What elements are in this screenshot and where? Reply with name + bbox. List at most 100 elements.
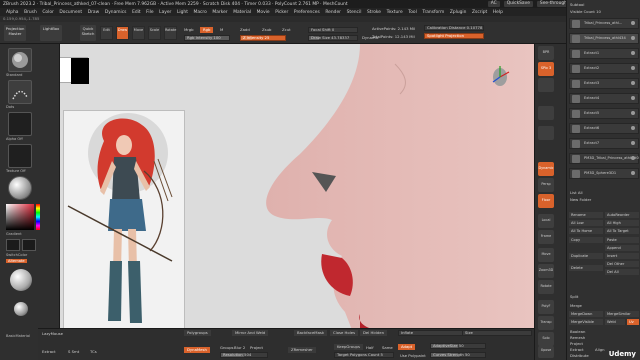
switch-color-button[interactable]: SwitchColor (6, 253, 27, 257)
menu-item-picker[interactable]: Picker (275, 10, 288, 15)
menu-item-brush[interactable]: Brush (24, 10, 37, 15)
alternate-button[interactable]: Alternate (6, 259, 27, 263)
zcut-toggle[interactable]: Zcut (282, 27, 291, 32)
quicksave-button[interactable]: QuickSave (503, 1, 533, 7)
project-toggle[interactable]: Project (250, 345, 263, 350)
dynamesh-button[interactable]: DynaMesh (184, 347, 210, 353)
subtool-row[interactable]: PM3D_Sphere3D1 (569, 168, 639, 179)
ac-button[interactable]: AC (487, 1, 500, 7)
target-polygons-slider[interactable]: Target Polygons Count 5 (334, 352, 394, 358)
all-to-home-button[interactable]: All To Home (569, 228, 603, 234)
all-to-target-button[interactable]: All To Target (605, 228, 639, 234)
zsub-toggle[interactable]: Zsub (262, 27, 271, 32)
frame-button[interactable]: Frame (538, 230, 554, 244)
menu-item-light[interactable]: Light (177, 10, 188, 15)
zoom3d-button[interactable]: Zoom3D (538, 264, 554, 278)
visibility-eye-icon[interactable] (631, 156, 635, 160)
same-button[interactable]: Same (382, 345, 393, 350)
use-polypaint-toggle[interactable]: Use Polypaint (400, 353, 426, 358)
new-folder-button[interactable]: New Folder (570, 197, 591, 202)
menu-item-file[interactable]: File (146, 10, 153, 15)
navigation-gizmo-icon[interactable] (487, 64, 513, 90)
merge-similar-button[interactable]: MergeSimilar (605, 311, 639, 317)
solo-button[interactable]: Solo (538, 332, 554, 346)
reference-image[interactable] (63, 110, 185, 332)
resolution-slider[interactable]: Resolution 504 (220, 352, 268, 358)
half-button[interactable]: Half (366, 345, 374, 350)
boolean-section[interactable]: Boolean (570, 329, 585, 334)
focal-shift-slider[interactable]: Focal Shift 0 (308, 27, 358, 33)
blur-slider[interactable]: Blur 2 (234, 345, 245, 350)
all-low-button[interactable]: All Low (569, 220, 603, 226)
calibration-distance-slider[interactable]: Calibration Distance 0.10778 (424, 25, 484, 31)
insert-button[interactable]: Insert (605, 253, 639, 259)
material-thumbnail[interactable] (8, 176, 32, 200)
menu-item-draw[interactable]: Draw (88, 10, 99, 15)
subtool-row[interactable]: PM3D_Tribal_Princess_athked0 (569, 153, 639, 164)
polygroups-button[interactable]: Polygroups (184, 330, 211, 336)
list-all-button[interactable]: List All (570, 190, 583, 195)
visibility-eye-icon[interactable] (631, 141, 635, 145)
menu-item-zplugin[interactable]: Zplugin (450, 10, 467, 15)
weld-toggle[interactable]: Weld (605, 319, 625, 325)
z-intensity-slider[interactable]: Z Intensity 25 (240, 35, 286, 41)
del-all-button[interactable]: Del All (605, 269, 639, 275)
subtool-row[interactable]: Extract5 (569, 108, 639, 119)
copy-button[interactable]: Copy (569, 237, 603, 243)
rgb-toggle[interactable]: Rgb (200, 27, 214, 33)
uv-toggle[interactable]: Uv (627, 319, 639, 325)
align-section[interactable]: Align (595, 347, 605, 352)
rotate-view-button[interactable]: Rotate (538, 280, 554, 294)
append-button[interactable]: Append (605, 245, 639, 251)
menu-item-material[interactable]: Material (233, 10, 251, 15)
move-view-button[interactable]: Move (538, 248, 554, 262)
m-toggle[interactable]: M (220, 27, 223, 32)
dynamic-persp-button[interactable]: Dynamic (538, 162, 554, 176)
menu-item-texture[interactable]: Texture (387, 10, 403, 15)
spotlight-projection-button[interactable]: Spotlight Projection (424, 33, 484, 39)
visibility-eye-icon[interactable] (631, 36, 635, 40)
paste-button[interactable]: Paste (605, 237, 639, 243)
menu-item-alpha[interactable]: Alpha (6, 10, 18, 15)
rename-button[interactable]: Rename (569, 212, 603, 218)
extract-button[interactable]: Extract (42, 349, 56, 354)
menu-item-transform[interactable]: Transform (422, 10, 444, 15)
adaptive-size-slider[interactable]: AdaptiveSize 50 (430, 343, 486, 349)
color-picker[interactable] (6, 204, 34, 230)
polyframe-button[interactable]: PolyF (538, 300, 554, 314)
curves-strength-slider[interactable]: Curves Strength 50 (430, 352, 486, 358)
duplicate-button[interactable]: Duplicate (569, 253, 603, 259)
menu-item-macro[interactable]: Macro (194, 10, 207, 15)
adapt-button[interactable]: Adapt (398, 344, 416, 350)
xpose-button[interactable]: Xpose (538, 346, 554, 358)
visibility-eye-icon[interactable] (631, 81, 635, 85)
keep-groups-toggle[interactable]: KeepGroups (334, 344, 363, 350)
visibility-eye-icon[interactable] (631, 21, 635, 25)
transp-button[interactable]: Transp (538, 316, 554, 330)
mirror-weld-button[interactable]: Mirror And Weld (232, 330, 269, 336)
size-slider[interactable]: Size (462, 330, 532, 336)
subtool-row[interactable]: Extract2 (569, 63, 639, 74)
scale-mode-button[interactable]: Scale (148, 26, 161, 40)
menu-item-movie[interactable]: Movie (257, 10, 270, 15)
move-mode-button[interactable]: Move (132, 26, 145, 40)
inflate-slider[interactable]: Inflate (398, 330, 468, 336)
menu-item-stroke[interactable]: Stroke (367, 10, 381, 15)
persp-button[interactable]: Persp (538, 178, 554, 192)
secondary-color-swatch[interactable] (22, 239, 36, 251)
subtool-row[interactable]: Extract4 (569, 93, 639, 104)
subtool-row[interactable]: Tribal_Princess_athl434 (569, 33, 639, 44)
menu-item-marker[interactable]: Marker (212, 10, 227, 15)
del-hidden-button[interactable]: Del Hidden (360, 330, 387, 336)
rotate-mode-button[interactable]: Rotate (164, 26, 177, 40)
merge-section[interactable]: Merge (570, 303, 582, 308)
zoom-button[interactable] (538, 106, 554, 120)
lightbox-button[interactable]: LightBox (40, 25, 62, 41)
tcs-toggle[interactable]: TCs (90, 349, 97, 354)
edit-mode-button[interactable]: Edit (100, 26, 113, 40)
draw-size-slider[interactable]: Draw Size 43.78337 (308, 35, 358, 41)
remesh-section[interactable]: Remesh (570, 335, 585, 340)
del-other-button[interactable]: Del Other (605, 261, 639, 267)
visibility-eye-icon[interactable] (631, 51, 635, 55)
merge-visible-button[interactable]: MergeVisible (569, 319, 603, 325)
